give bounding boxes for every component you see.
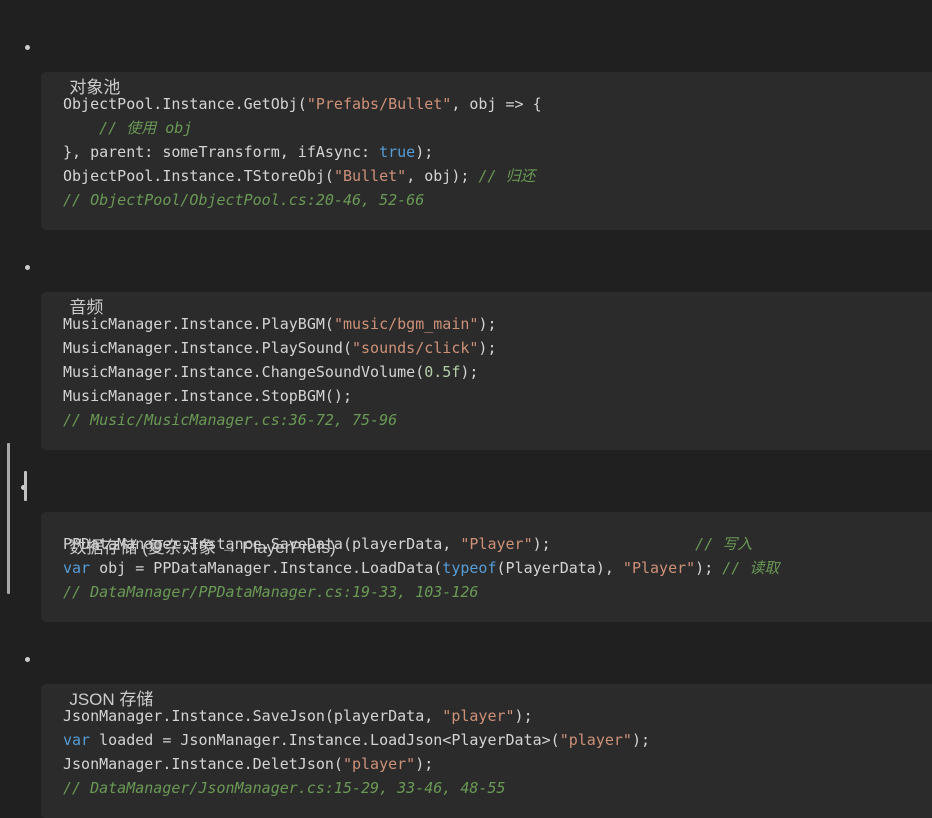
section-json-storage: JSON 存储 JsonManager.Instance.SaveJson(pl… bbox=[0, 650, 932, 818]
section-title: JSON 存储 bbox=[69, 690, 153, 709]
section-title: 对象池 bbox=[69, 78, 120, 97]
section-header: JSON 存储 bbox=[0, 650, 932, 670]
bullet-icon bbox=[25, 45, 30, 50]
section-header: 对象池 bbox=[0, 38, 932, 58]
code-line: JsonManager.Instance.DeletJson("player")… bbox=[63, 752, 932, 776]
code-line: // ObjectPool/ObjectPool.cs:20-46, 52-66 bbox=[63, 188, 932, 212]
code-line: MusicManager.Instance.ChangeSoundVolume(… bbox=[63, 360, 932, 384]
code-line: }, parent: someTransform, ifAsync: true)… bbox=[63, 140, 932, 164]
code-line: // Music/MusicManager.cs:36-72, 75-96 bbox=[63, 408, 932, 432]
active-section-indicator-bar bbox=[7, 443, 10, 594]
code-line: // DataManager/PPDataManager.cs:19-33, 1… bbox=[63, 580, 932, 604]
code-line: ObjectPool.Instance.GetObj("Prefabs/Bull… bbox=[63, 92, 932, 116]
code-line: MusicManager.Instance.StopBGM(); bbox=[63, 384, 932, 408]
code-block: ObjectPool.Instance.GetObj("Prefabs/Bull… bbox=[41, 72, 932, 230]
code-line: // 使用 obj bbox=[63, 116, 932, 140]
section-audio: 音频 MusicManager.Instance.PlayBGM("music/… bbox=[0, 258, 932, 450]
bullet-icon bbox=[25, 657, 30, 662]
code-line: // DataManager/JsonManager.cs:15-29, 33-… bbox=[63, 776, 932, 800]
markdown-preview: 对象池 ObjectPool.Instance.GetObj("Prefabs/… bbox=[0, 0, 932, 818]
section-data-storage: 数据存储 (复杂对象 → PlayerPrefs) PPDataManager.… bbox=[0, 478, 932, 622]
bullet-icon bbox=[25, 265, 30, 270]
section-title: 数据存储 (复杂对象 → PlayerPrefs) bbox=[69, 538, 335, 557]
section-header: 数据存储 (复杂对象 → PlayerPrefs) bbox=[0, 478, 932, 498]
code-line: MusicManager.Instance.PlayBGM("music/bgm… bbox=[63, 312, 932, 336]
code-block: MusicManager.Instance.PlayBGM("music/bgm… bbox=[41, 292, 932, 450]
section-title: 音频 bbox=[69, 298, 103, 317]
section-header: 音频 bbox=[0, 258, 932, 278]
code-line: var loaded = JsonManager.Instance.LoadJs… bbox=[63, 728, 932, 752]
code-line: var obj = PPDataManager.Instance.LoadDat… bbox=[63, 556, 932, 580]
section-object-pool: 对象池 ObjectPool.Instance.GetObj("Prefabs/… bbox=[0, 38, 932, 230]
code-block: PPDataManager.Instance.SaveData(playerDa… bbox=[41, 512, 932, 622]
code-block: JsonManager.Instance.SaveJson(playerData… bbox=[41, 684, 932, 818]
code-line: JsonManager.Instance.SaveJson(playerData… bbox=[63, 704, 932, 728]
code-line: MusicManager.Instance.PlaySound("sounds/… bbox=[63, 336, 932, 360]
code-line: ObjectPool.Instance.TStoreObj("Bullet", … bbox=[63, 164, 932, 188]
active-section-caret-icon bbox=[24, 471, 27, 501]
